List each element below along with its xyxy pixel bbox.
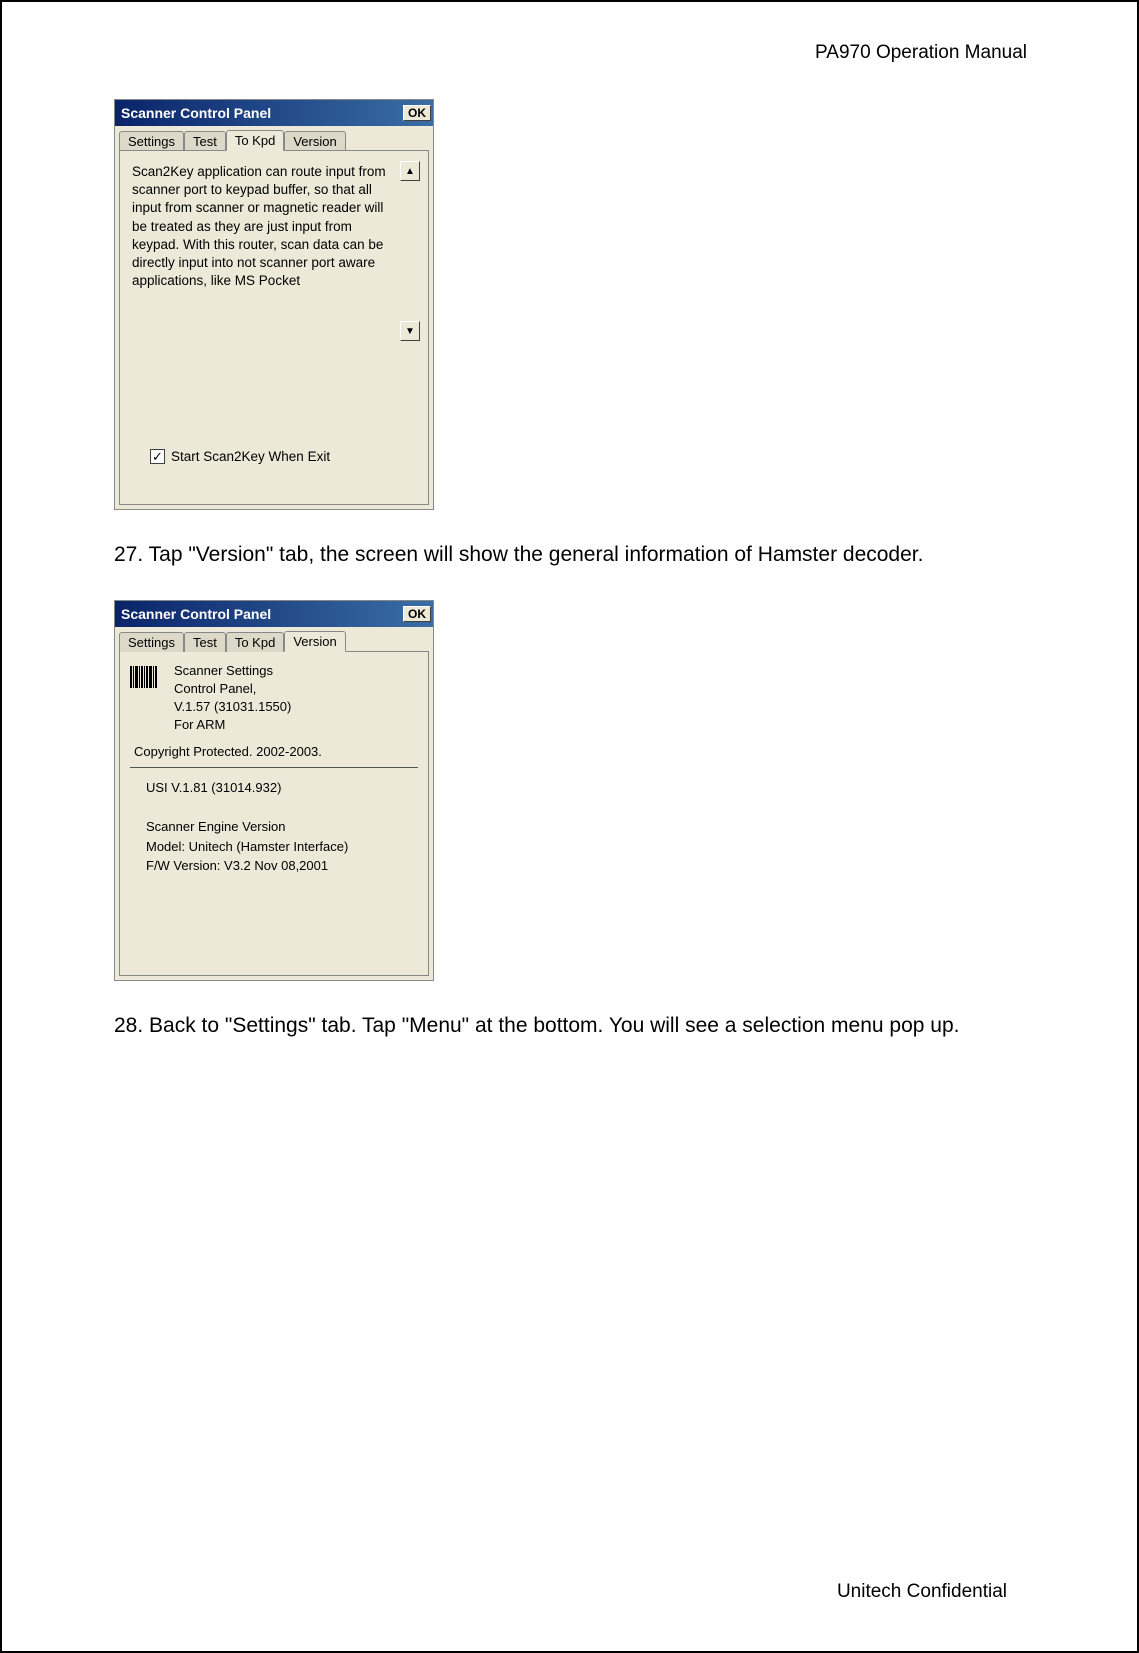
checkbox-label: Start Scan2Key When Exit: [171, 449, 330, 464]
titlebar: Scanner Control Panel OK: [115, 601, 433, 627]
description-text: Scan2Key application can route input fro…: [128, 161, 398, 341]
step-28-text: 28. Back to "Settings" tab. Tap "Menu" a…: [114, 1009, 1025, 1043]
titlebar: Scanner Control Panel OK: [115, 100, 433, 126]
step-27-text: 27. Tap "Version" tab, the screen will s…: [114, 538, 1025, 572]
version-header-row: Scanner Settings Control Panel, V.1.57 (…: [128, 662, 420, 735]
screenshot-1: Scanner Control Panel OK Settings Test T…: [102, 99, 1037, 510]
info-line: Control Panel,: [174, 680, 291, 698]
tab-to-kpd[interactable]: To Kpd: [226, 632, 284, 652]
window-title: Scanner Control Panel: [121, 105, 271, 121]
engine-title: Scanner Engine Version: [146, 817, 420, 837]
engine-model: Model: Unitech (Hamster Interface): [146, 837, 420, 857]
tab-content: Scanner Settings Control Panel, V.1.57 (…: [119, 651, 429, 976]
tab-row: Settings Test To Kpd Version: [115, 126, 433, 150]
tab-test[interactable]: Test: [184, 632, 226, 652]
tab-to-kpd[interactable]: To Kpd: [226, 130, 284, 151]
divider: [130, 767, 418, 768]
window-title: Scanner Control Panel: [121, 606, 271, 622]
scroll-down-icon[interactable]: ▼: [400, 321, 420, 341]
engine-fw: F/W Version: V3.2 Nov 08,2001: [146, 856, 420, 876]
scanner-panel-1: Scanner Control Panel OK Settings Test T…: [114, 99, 434, 510]
tab-test[interactable]: Test: [184, 131, 226, 151]
tab-version[interactable]: Version: [284, 631, 345, 652]
tab-content: Scan2Key application can route input fro…: [119, 150, 429, 505]
page: PA970 Operation Manual Scanner Control P…: [0, 0, 1139, 1653]
version-info: Scanner Settings Control Panel, V.1.57 (…: [174, 662, 291, 735]
scroll-up-icon[interactable]: ▲: [400, 161, 420, 181]
tab-settings[interactable]: Settings: [119, 131, 184, 151]
checkbox-row: ✓ Start Scan2Key When Exit: [150, 449, 330, 464]
info-line: V.1.57 (31031.1550): [174, 698, 291, 716]
tab-row: Settings Test To Kpd Version: [115, 627, 433, 651]
lower-info: USI V.1.81 (31014.932) Scanner Engine Ve…: [146, 778, 420, 876]
screenshot-2: Scanner Control Panel OK Settings Test T…: [102, 600, 1037, 981]
ok-button[interactable]: OK: [403, 105, 431, 121]
scroll-area: Scan2Key application can route input fro…: [128, 161, 420, 341]
info-line: Scanner Settings: [174, 662, 291, 680]
copyright-text: Copyright Protected. 2002-2003.: [134, 744, 420, 759]
barcode-icon: [130, 664, 164, 688]
tab-settings[interactable]: Settings: [119, 632, 184, 652]
page-header: PA970 Operation Manual: [102, 42, 1027, 64]
start-scan2key-checkbox[interactable]: ✓: [150, 449, 165, 464]
ok-button[interactable]: OK: [403, 606, 431, 622]
tab-version[interactable]: Version: [284, 131, 345, 151]
scrollbar[interactable]: ▲ ▼: [400, 161, 420, 341]
info-line: For ARM: [174, 716, 291, 734]
page-footer: Unitech Confidential: [837, 1581, 1007, 1603]
usi-version: USI V.1.81 (31014.932): [146, 778, 420, 798]
scanner-panel-2: Scanner Control Panel OK Settings Test T…: [114, 600, 434, 981]
